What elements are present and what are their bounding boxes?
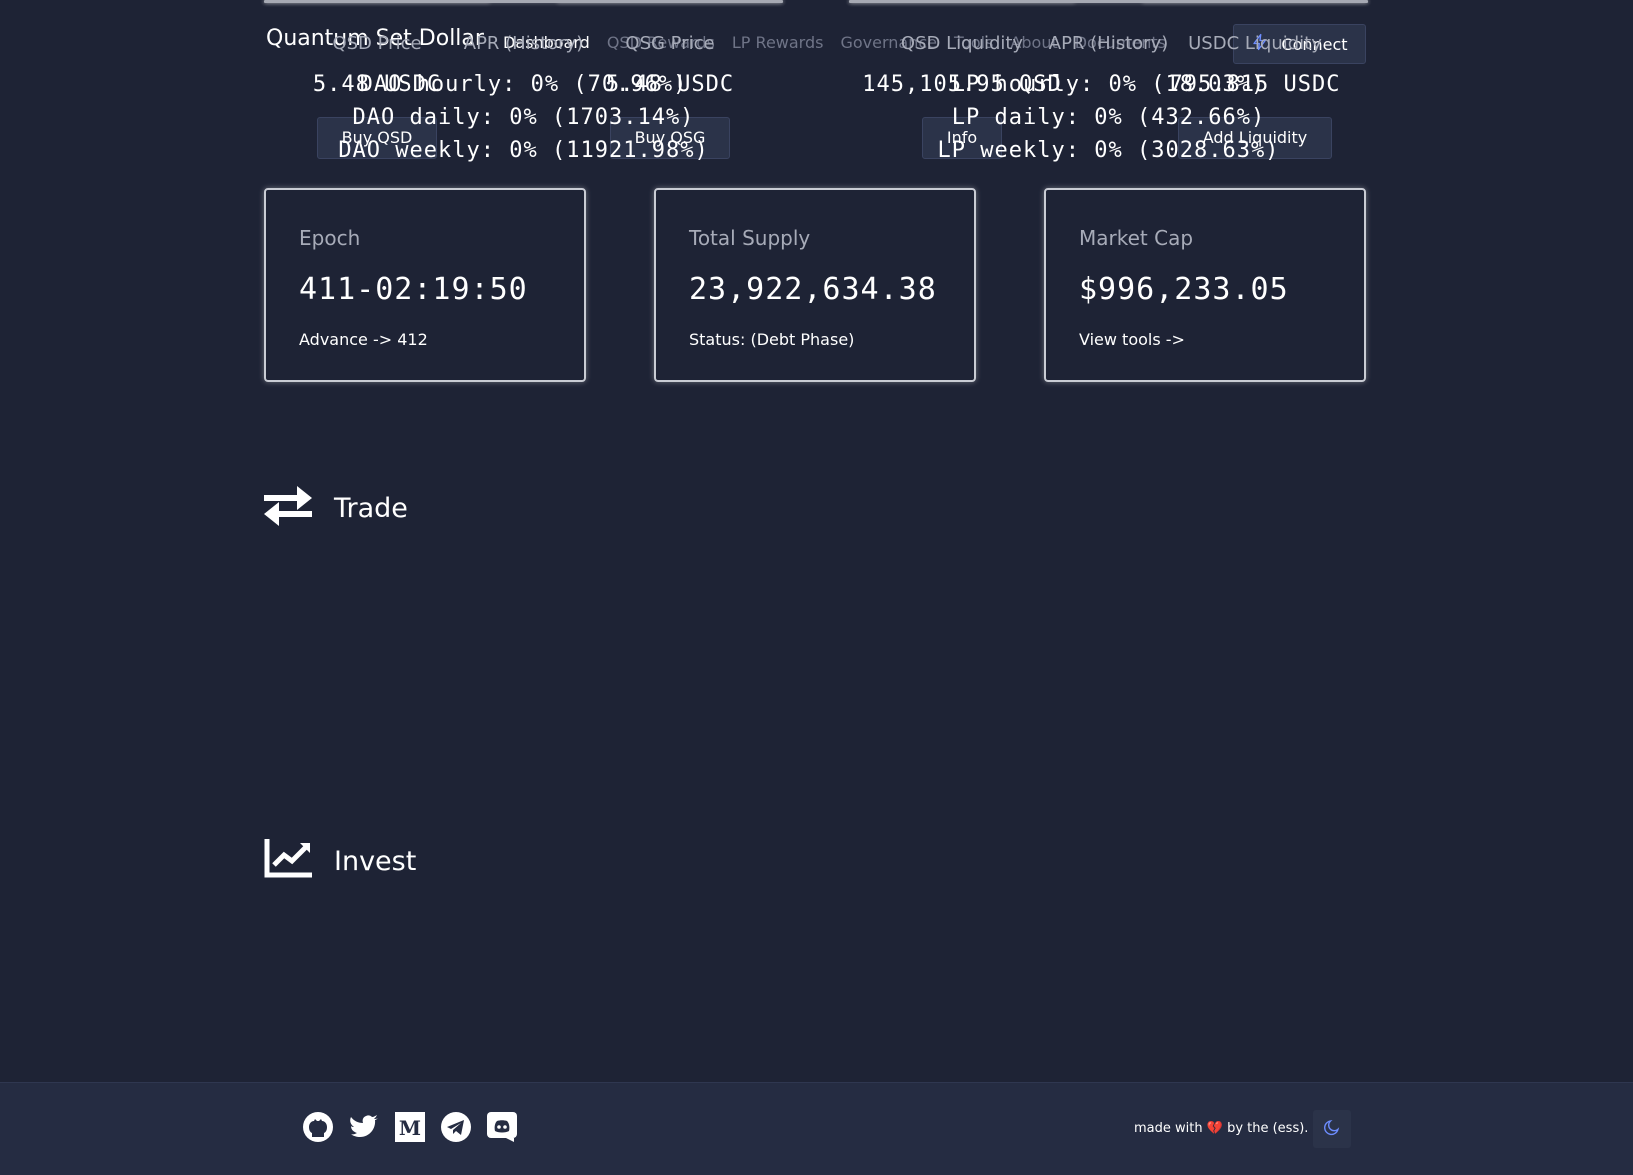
card-value: 23,922,634.38 bbox=[689, 272, 937, 307]
card-label: Epoch bbox=[299, 226, 361, 250]
divider bbox=[849, 0, 1368, 3]
status-text: Status: (Debt Phase) bbox=[689, 330, 855, 349]
twitter-icon[interactable] bbox=[348, 1111, 380, 1143]
divider bbox=[264, 0, 783, 3]
column-label: APR (History) bbox=[463, 33, 584, 54]
apr-hourly: LP hourly: 0% (18.03%) bbox=[951, 72, 1266, 97]
apr-hourly: DAO hourly: 0% (70.96%) bbox=[359, 72, 688, 97]
made-suffix[interactable]: by the (ess). bbox=[1227, 1121, 1308, 1136]
broken-heart-icon: 💔 bbox=[1206, 1121, 1223, 1136]
view-tools-link[interactable]: View tools -> bbox=[1079, 330, 1185, 349]
card-value: $996,233.05 bbox=[1079, 272, 1289, 307]
github-icon[interactable] bbox=[302, 1111, 334, 1143]
social-links: M bbox=[302, 1111, 518, 1143]
moon-icon bbox=[1323, 1118, 1341, 1140]
discord-icon[interactable] bbox=[486, 1111, 518, 1143]
svg-text:M: M bbox=[399, 1116, 421, 1140]
made-with-text: made with 💔 by the (ess). bbox=[1134, 1121, 1308, 1136]
card-label: Market Cap bbox=[1079, 226, 1194, 250]
column-label: APR (History) bbox=[1048, 33, 1169, 54]
card-label: Total Supply bbox=[689, 226, 811, 250]
advance-epoch-link[interactable]: Advance -> 412 bbox=[299, 330, 428, 349]
epoch-card: Epoch 411-02:19:50 Advance -> 412 bbox=[264, 188, 586, 382]
market-cap-card: Market Cap $996,233.05 View tools -> bbox=[1044, 188, 1366, 382]
telegram-icon[interactable] bbox=[440, 1111, 472, 1143]
apr-weekly: LP weekly: 0% (3028.63%) bbox=[937, 138, 1280, 163]
swap-arrows-icon bbox=[264, 486, 312, 530]
card-value: 411-02:19:50 bbox=[299, 272, 528, 307]
total-supply-card: Total Supply 23,922,634.38 Status: (Debt… bbox=[654, 188, 976, 382]
apr-daily: DAO daily: 0% (1703.14%) bbox=[352, 105, 695, 130]
invest-heading: Invest bbox=[264, 839, 416, 883]
chart-line-icon bbox=[264, 839, 312, 883]
lp-apr-column: APR (History) LP hourly: 0% (18.03%) LP … bbox=[849, 0, 1368, 167]
made-prefix: made with bbox=[1134, 1121, 1203, 1136]
section-title: Invest bbox=[334, 845, 417, 877]
footer: M made with 💔 by the (ess). bbox=[0, 1082, 1633, 1175]
trade-heading: Trade bbox=[264, 486, 408, 530]
theme-toggle-button[interactable] bbox=[1313, 1110, 1351, 1148]
dao-apr-column: APR (History) DAO hourly: 0% (70.96%) DA… bbox=[264, 0, 783, 167]
apr-weekly: DAO weekly: 0% (11921.98%) bbox=[338, 138, 709, 163]
medium-icon[interactable]: M bbox=[394, 1111, 426, 1143]
apr-daily: LP daily: 0% (432.66%) bbox=[951, 105, 1266, 130]
section-title: Trade bbox=[334, 492, 408, 524]
